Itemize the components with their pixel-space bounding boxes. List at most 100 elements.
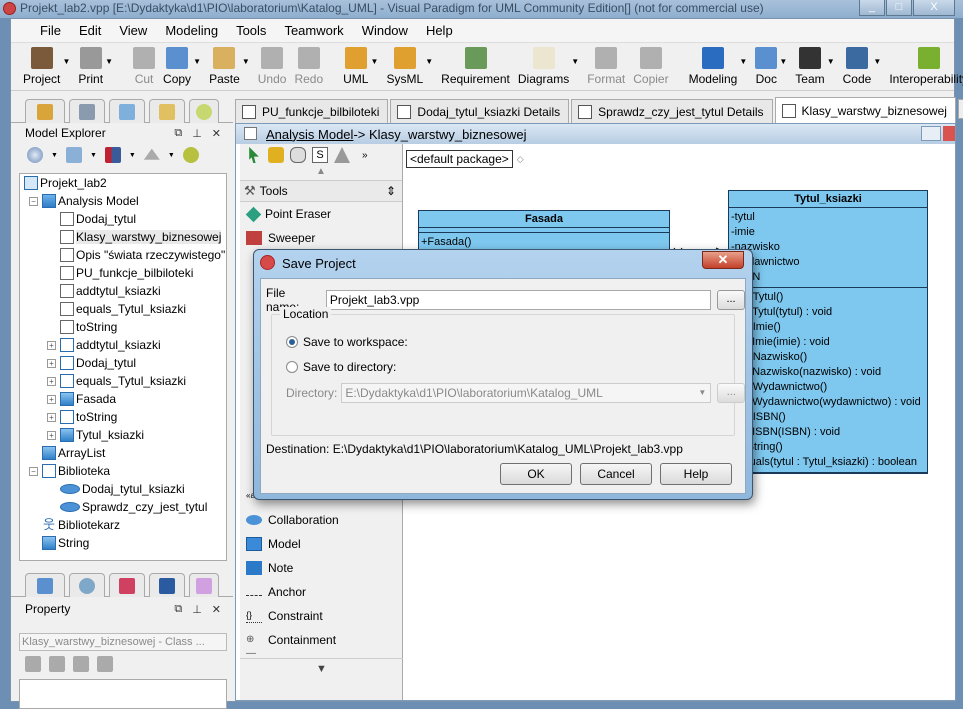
tree-node[interactable]: Projekt_lab2 bbox=[20, 174, 226, 192]
radio-button-selected[interactable] bbox=[286, 336, 298, 348]
view-options-icon[interactable] bbox=[65, 147, 82, 163]
toolbar-copier-button[interactable]: Copier bbox=[629, 43, 672, 86]
tab-model-explorer[interactable] bbox=[25, 99, 65, 123]
dropdown-arrow-icon[interactable]: ▼ bbox=[779, 57, 787, 66]
toolbar-doc-button[interactable]: Doc ▼ bbox=[751, 43, 787, 86]
dropdown-arrow-icon[interactable]: ▼ bbox=[193, 57, 201, 66]
expand-icon[interactable]: + bbox=[47, 358, 56, 368]
tree-node[interactable]: equals_Tytul_ksiazki bbox=[20, 300, 226, 318]
tree-node[interactable]: PU_funkcje_bilbiloteki bbox=[20, 264, 226, 282]
refresh-icon[interactable] bbox=[182, 147, 199, 163]
maximize-diagram-button[interactable] bbox=[921, 126, 941, 141]
class-operation[interactable]: +getImie() bbox=[731, 320, 925, 335]
class-operation[interactable]: +Fasada() bbox=[421, 235, 667, 250]
toolbar-print-button[interactable]: Print ▼ bbox=[74, 43, 113, 86]
menu-modeling[interactable]: Modeling bbox=[156, 23, 227, 38]
tab-property[interactable] bbox=[25, 573, 65, 597]
palette-item-constraint[interactable]: {} Constraint bbox=[240, 604, 403, 628]
document-tab[interactable]: Klasy_warstwy_biznesowej bbox=[774, 97, 956, 123]
class-operation[interactable]: +setTytul(tytul) : void bbox=[731, 305, 925, 320]
package-search-icon[interactable]: ◇ bbox=[517, 154, 524, 165]
tree-node[interactable]: Klasy_warstwy_biznesowej bbox=[20, 228, 226, 246]
pin-icon[interactable]: ⊥ bbox=[192, 127, 202, 140]
radio-save-to-directory[interactable]: Save to directory: bbox=[286, 360, 396, 374]
radio-button[interactable] bbox=[286, 361, 298, 373]
tree-node[interactable]: Dodaj_tytul_ksiazki bbox=[20, 480, 226, 498]
close-window-button[interactable]: X bbox=[913, 0, 955, 16]
class-operation[interactable]: +getNazwisko() bbox=[731, 350, 925, 365]
class-attribute[interactable]: -tytul bbox=[731, 210, 925, 225]
package-selector[interactable]: <default package> bbox=[406, 150, 513, 168]
palette-item-anchor[interactable]: Anchor bbox=[240, 580, 403, 604]
dropdown-arrow-icon[interactable]: ▼ bbox=[62, 57, 70, 66]
scroll-down-icon[interactable]: ▼ bbox=[240, 658, 403, 675]
up-arrow-icon[interactable] bbox=[143, 148, 160, 160]
browse-file-button[interactable]: ... bbox=[717, 290, 745, 310]
dropdown-arrow-icon[interactable]: ▼ bbox=[873, 57, 881, 66]
directory-select[interactable]: E:\Dydaktyka\d1\PIO\laboratorium\Katalog… bbox=[341, 383, 712, 403]
tab-documentation[interactable] bbox=[109, 573, 145, 597]
document-tab[interactable]: Dodaj_tytul_ksiazki Details bbox=[390, 99, 570, 123]
expand-icon[interactable]: + bbox=[47, 430, 56, 440]
property-element-select[interactable]: Klasy_warstwy_biznesowej - Class ... bbox=[19, 633, 227, 651]
dialog-close-button[interactable]: ✕ bbox=[702, 251, 744, 269]
browse-directory-button[interactable]: ... bbox=[717, 383, 746, 403]
class-operation[interactable]: +getWydawnictwo() bbox=[731, 380, 925, 395]
tree-node[interactable]: + Dodaj_tytul bbox=[20, 354, 226, 372]
class-operation[interactable]: +setWydawnictwo(wydawnictwo) : void bbox=[731, 395, 925, 410]
more-tools-icon[interactable]: » bbox=[362, 150, 368, 161]
new-model-icon[interactable] bbox=[27, 147, 43, 163]
tab-scroll-left-icon[interactable]: ◂ bbox=[957, 99, 963, 119]
tree-node[interactable]: Dodaj_tytul bbox=[20, 210, 226, 228]
menu-tools[interactable]: Tools bbox=[227, 23, 275, 38]
toolbar-format-button[interactable]: Format bbox=[583, 43, 629, 86]
tab-class-repository[interactable] bbox=[109, 99, 145, 123]
menu-file[interactable]: File bbox=[31, 23, 70, 38]
scroll-up-icon[interactable]: ▲ bbox=[240, 166, 402, 180]
toolbar-sysml-button[interactable]: SysML ▼ bbox=[382, 43, 433, 86]
tree-node[interactable]: + toString bbox=[20, 408, 226, 426]
restore-icon[interactable]: ⧉ bbox=[174, 127, 182, 140]
hand-icon[interactable] bbox=[290, 147, 306, 163]
toolbar-code-button[interactable]: Code ▼ bbox=[839, 43, 881, 86]
sort-alphabetical-icon[interactable] bbox=[49, 656, 65, 672]
maximize-button[interactable]: □ bbox=[886, 0, 912, 16]
tab-shortcuts[interactable] bbox=[149, 573, 185, 597]
tab-zoom[interactable] bbox=[69, 573, 105, 597]
toolbar-interoperability-button[interactable]: Interoperability▼ bbox=[885, 43, 963, 86]
tab-search[interactable] bbox=[189, 99, 219, 123]
sort-icon[interactable] bbox=[104, 147, 121, 163]
tree-node[interactable]: + Tytul_ksiazki bbox=[20, 426, 226, 444]
close-diagram-button[interactable] bbox=[943, 126, 955, 141]
sticky-icon[interactable]: S bbox=[312, 147, 328, 163]
cancel-button[interactable]: Cancel bbox=[580, 463, 652, 485]
class-operation[interactable]: +setISBN(ISBN) : void bbox=[731, 425, 925, 440]
tree-node[interactable]: 웃 Bibliotekarz bbox=[20, 516, 226, 534]
expand-icon[interactable]: + bbox=[47, 376, 56, 386]
expand-icon[interactable]: + bbox=[47, 340, 56, 350]
dropdown-arrow-icon[interactable]: ▼ bbox=[425, 57, 433, 66]
palette-item-collaboration[interactable]: Collaboration bbox=[240, 508, 403, 532]
close-icon[interactable]: ✕ bbox=[212, 603, 221, 616]
restore-icon[interactable]: ⧉ bbox=[174, 603, 182, 616]
toolbar-diagrams-button[interactable]: Diagrams ▼ bbox=[514, 43, 579, 86]
resize-icon[interactable]: ⇕ bbox=[386, 184, 396, 198]
tree-node[interactable]: addtytul_ksiazki bbox=[20, 282, 226, 300]
class-operation[interactable]: +setNazwisko(nazwisko) : void bbox=[731, 365, 925, 380]
expand-all-icon[interactable] bbox=[73, 656, 89, 672]
toolbar-project-button[interactable]: Project ▼ bbox=[19, 43, 70, 86]
tree-node[interactable]: − Analysis Model bbox=[20, 192, 226, 210]
property-grid[interactable] bbox=[19, 679, 227, 709]
document-tab[interactable]: Sprawdz_czy_jest_tytul Details bbox=[571, 99, 773, 123]
tree-node[interactable]: toString bbox=[20, 318, 226, 336]
pin-icon[interactable]: ⊥ bbox=[192, 603, 202, 616]
tree-node[interactable]: Opis "świata rzeczywistego" bbox=[20, 246, 226, 264]
expand-icon[interactable]: + bbox=[47, 412, 56, 422]
triangle-icon[interactable] bbox=[334, 147, 350, 163]
selector-icon[interactable] bbox=[249, 147, 259, 163]
menu-edit[interactable]: Edit bbox=[70, 23, 110, 38]
toolbar-copy-button[interactable]: Copy ▼ bbox=[159, 43, 201, 86]
class-attribute[interactable]: -ISBN bbox=[731, 270, 925, 285]
dropdown-arrow-icon[interactable]: ▼ bbox=[242, 57, 250, 66]
minimize-button[interactable]: _ bbox=[859, 0, 885, 16]
